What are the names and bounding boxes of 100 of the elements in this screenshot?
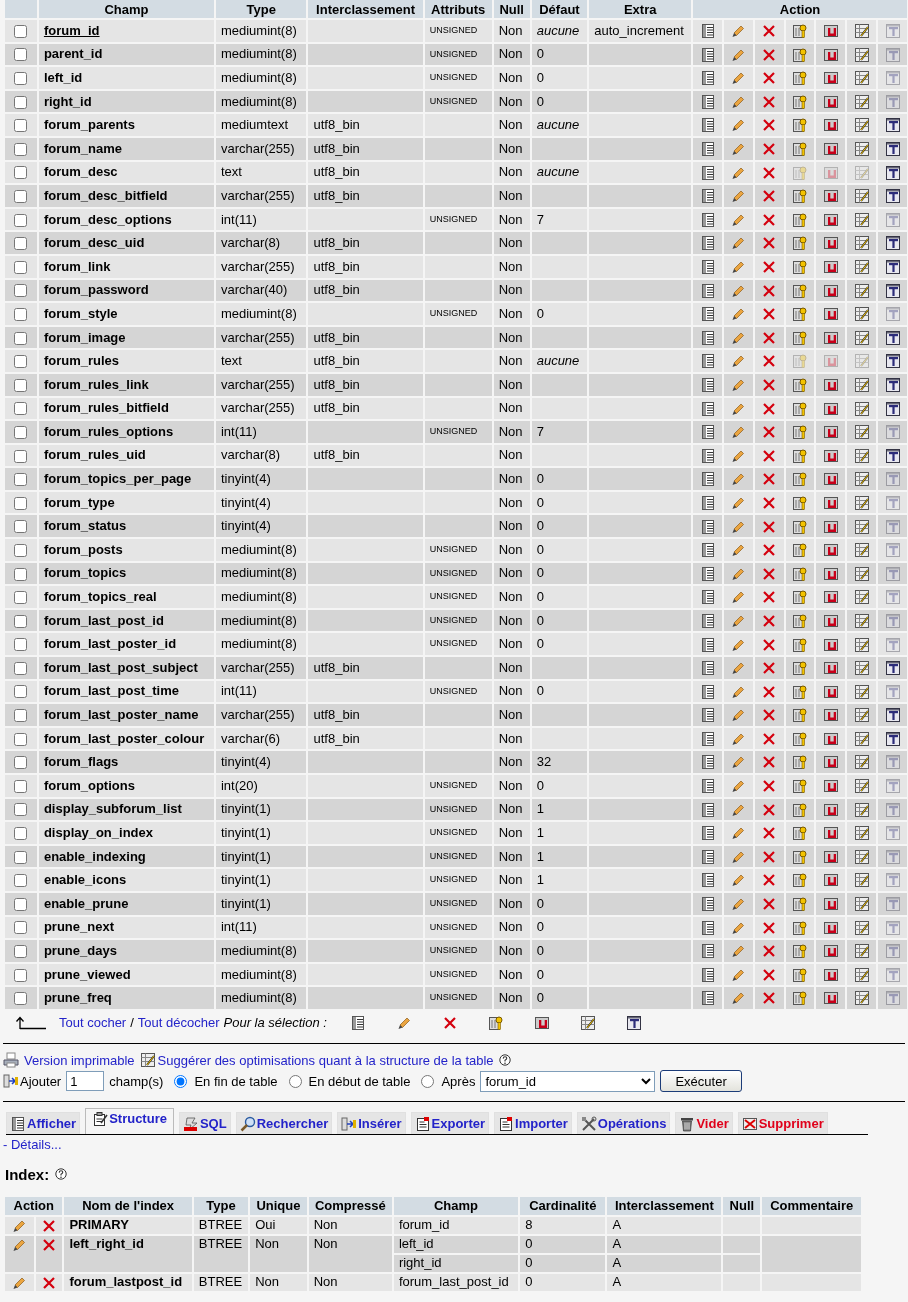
unique-icon[interactable] [822,70,839,87]
key-icon[interactable] [792,211,808,228]
tab[interactable]: Vider [675,1111,733,1134]
table-icon[interactable] [699,872,716,889]
pencil-icon[interactable] [730,471,747,488]
table-icon[interactable] [699,730,716,747]
row-checkbox[interactable] [14,402,28,416]
delete-icon[interactable] [761,848,778,865]
key-icon[interactable] [792,943,808,960]
unique-icon[interactable] [822,754,839,771]
pencil-icon[interactable] [730,424,747,441]
key-icon[interactable] [792,377,808,393]
key-icon[interactable] [792,990,808,1007]
delete-icon[interactable] [761,518,778,535]
key-icon[interactable] [792,966,808,983]
table-icon[interactable] [699,447,716,464]
unique-icon[interactable] [533,1014,550,1031]
index-icon[interactable] [853,542,870,559]
key-icon[interactable] [792,70,808,87]
delete-icon[interactable] [761,329,778,346]
row-checkbox[interactable] [14,284,28,298]
delete-icon[interactable] [761,282,778,299]
tab[interactable]: Importer [494,1111,572,1134]
unique-icon[interactable] [822,93,839,110]
tab[interactable]: Structure [85,1107,174,1134]
pencil-icon[interactable] [730,70,747,87]
unique-icon[interactable] [822,730,839,747]
pencil-icon[interactable] [730,306,747,323]
fulltext-icon[interactable] [884,141,901,158]
row-checkbox[interactable] [14,190,28,203]
index-icon[interactable] [853,494,870,511]
tab[interactable]: Exporter [410,1111,490,1134]
table-icon[interactable] [699,188,716,205]
table-icon[interactable] [699,896,716,913]
unique-icon[interactable] [822,377,839,393]
fulltext-icon[interactable] [884,660,901,677]
delete-icon[interactable] [41,1236,58,1253]
unique-icon[interactable] [822,471,839,488]
unique-icon[interactable] [822,943,839,960]
unique-icon[interactable] [822,589,839,606]
table-icon[interactable] [699,282,716,299]
unique-icon[interactable] [822,848,839,865]
table-icon[interactable] [699,494,716,511]
delete-icon[interactable] [761,730,778,747]
unique-icon[interactable] [822,188,839,205]
table-icon[interactable] [349,1014,366,1031]
unique-icon[interactable] [822,117,839,134]
row-checkbox[interactable] [14,449,28,463]
pencil-icon[interactable] [730,23,747,40]
row-checkbox[interactable] [14,520,28,534]
table-icon[interactable] [699,471,716,488]
check-all-link[interactable]: Tout cocher [59,1015,127,1031]
key-icon[interactable] [792,896,808,913]
unique-icon[interactable] [822,400,839,417]
row-checkbox[interactable] [14,921,28,935]
unique-icon[interactable] [822,447,839,464]
row-checkbox[interactable] [14,661,28,675]
search-icon[interactable] [239,1115,256,1132]
trash-icon[interactable] [679,1115,696,1132]
unique-icon[interactable] [822,259,839,275]
row-checkbox[interactable] [14,968,28,982]
key-icon[interactable] [792,235,808,252]
print-link[interactable]: Version imprimable [24,1052,135,1068]
fulltext-icon[interactable] [625,1014,642,1031]
table-icon[interactable] [699,943,716,960]
unique-icon[interactable] [822,46,839,63]
table-icon[interactable] [699,919,716,936]
pencil-icon[interactable] [730,377,747,393]
pencil-icon[interactable] [730,589,747,606]
unique-icon[interactable] [822,235,839,252]
row-checkbox[interactable] [14,850,28,864]
table-icon[interactable] [699,966,716,983]
details-link[interactable]: - Détails... [3,1136,905,1152]
key-icon[interactable] [792,471,808,488]
fulltext-icon[interactable] [884,353,901,370]
table-icon[interactable] [699,259,716,275]
clipboard-icon[interactable] [92,1110,109,1127]
index-icon[interactable] [853,518,870,535]
index-icon[interactable] [853,565,870,582]
table-icon[interactable] [699,542,716,559]
row-checkbox[interactable] [14,567,28,581]
key-icon[interactable] [792,46,808,63]
table-icon[interactable] [699,400,716,417]
table-icon[interactable] [699,117,716,134]
tab[interactable]: SQL [178,1111,231,1134]
fulltext-icon[interactable] [884,164,901,181]
row-checkbox[interactable] [14,72,28,86]
pencil-icon[interactable] [730,353,747,370]
key-icon[interactable] [792,447,808,464]
index-icon[interactable] [853,93,870,110]
key-icon[interactable] [792,23,808,40]
pencil-icon[interactable] [730,259,747,275]
index-icon[interactable] [853,211,870,228]
row-checkbox[interactable] [14,166,28,180]
key-icon[interactable] [792,707,808,724]
key-icon[interactable] [792,518,808,535]
row-checkbox[interactable] [14,260,28,274]
table-icon[interactable] [699,825,716,842]
row-checkbox[interactable] [14,496,28,510]
count-field[interactable]: 1 [66,1071,105,1092]
